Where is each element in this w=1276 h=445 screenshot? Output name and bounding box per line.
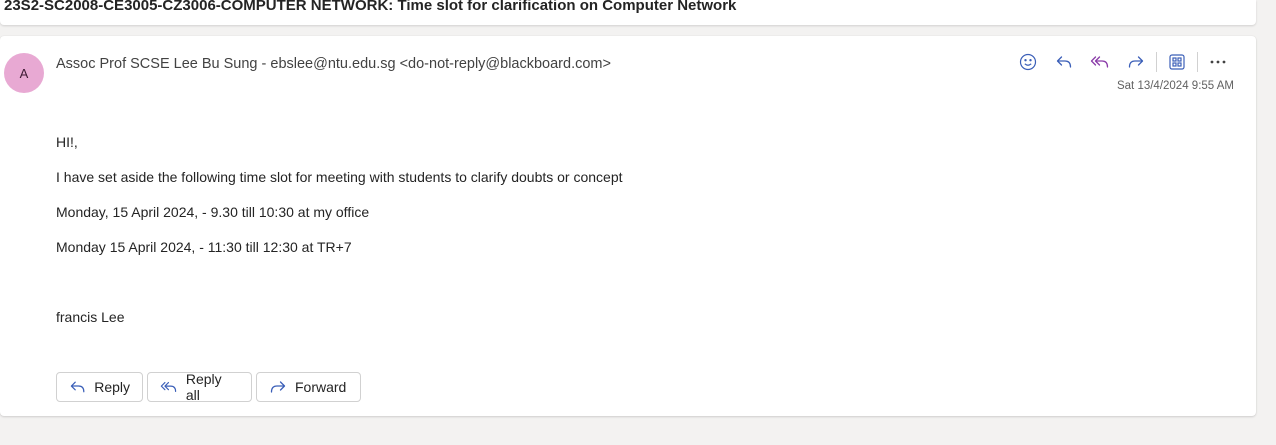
message-date: Sat 13/4/2024 9:55 AM <box>1116 80 1234 92</box>
signature-text: francis Lee <box>56 309 125 325</box>
reply-icon <box>70 381 85 393</box>
more-icon[interactable] <box>1200 50 1236 74</box>
reply-icon[interactable] <box>1046 50 1082 74</box>
reply-all-button[interactable]: Reply all <box>147 371 252 403</box>
reply-all-icon <box>160 381 177 393</box>
message-card: A Assoc Prof SCSE Lee Bu Sung - ebslee@n… <box>0 36 1256 416</box>
message-actions <box>1010 50 1236 74</box>
subject-bar: 23S2-SC2008-CE3005-CZ3006-COMPUTER NETWO… <box>0 0 1256 25</box>
forward-button[interactable]: Forward <box>256 372 361 402</box>
body-line: I have set aside the following time slot… <box>56 169 623 185</box>
body-line: Monday 15 April 2024, - 11:30 till 12:30… <box>56 239 352 255</box>
greeting-text: HI!, <box>56 134 78 150</box>
reply-button[interactable]: Reply <box>56 372 143 402</box>
reply-all-icon[interactable] <box>1082 50 1118 74</box>
forward-button-label: Forward <box>295 379 347 395</box>
forward-icon[interactable] <box>1118 50 1154 74</box>
sender-avatar[interactable]: A <box>4 53 44 93</box>
forward-icon <box>270 381 286 393</box>
email-subject: 23S2-SC2008-CE3005-CZ3006-COMPUTER NETWO… <box>4 0 737 14</box>
toolbar-divider <box>1156 52 1157 72</box>
apps-icon[interactable] <box>1159 50 1195 74</box>
toolbar-divider <box>1197 52 1198 72</box>
emoji-icon[interactable] <box>1010 50 1046 74</box>
sender-line[interactable]: Assoc Prof SCSE Lee Bu Sung - ebslee@ntu… <box>56 56 611 72</box>
body-line: Monday, 15 April 2024, - 9.30 till 10:30… <box>56 204 370 220</box>
reply-button-label: Reply <box>94 379 130 395</box>
reply-all-button-label: Reply all <box>185 371 222 403</box>
